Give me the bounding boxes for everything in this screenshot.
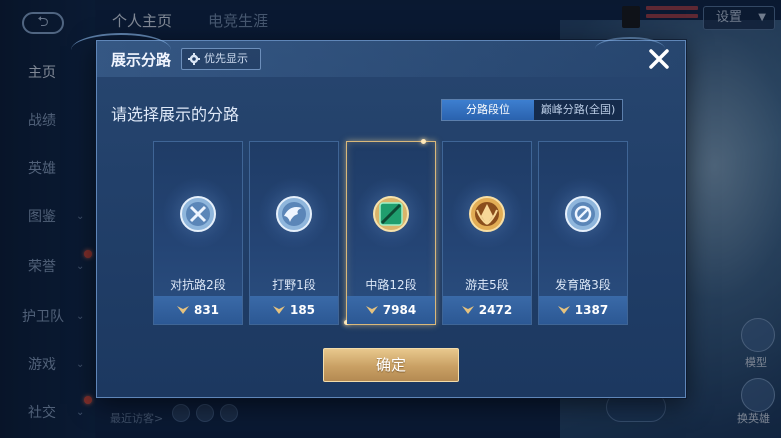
lane-label: 中路12段 <box>365 278 417 292</box>
dialog-title: 展示分路 <box>111 51 172 69</box>
score-bar: 185 <box>250 296 338 324</box>
farm-lane-emblem <box>565 196 601 232</box>
lane-display-dialog: 展示分路 优先显示 请选择展示的分路 分路段位 巅峰分路(全国) 对抗路2段 8… <box>71 33 686 398</box>
tab-lane-rank[interactable]: 分路段位 <box>442 100 534 120</box>
score-bar: 7984 <box>347 296 435 324</box>
dialog-subtitle: 请选择展示的分路 <box>111 105 240 124</box>
lane-label: 打野1段 <box>272 278 316 292</box>
close-button[interactable] <box>645 45 673 73</box>
lane-score: 7984 <box>382 303 417 317</box>
lane-score: 2472 <box>478 303 513 317</box>
rank-wing-icon <box>176 306 189 314</box>
score-bar: 831 <box>154 296 242 324</box>
clash-lane-emblem <box>180 196 216 232</box>
lane-card-jungle[interactable]: 打野1段 185 <box>249 141 339 325</box>
lane-label: 对抗路2段 <box>170 278 226 292</box>
lane-card-roam[interactable]: 游走5段 2472 <box>442 141 532 325</box>
rank-wing-icon <box>272 306 285 314</box>
lane-score: 185 <box>289 303 316 317</box>
lane-card-clash[interactable]: 对抗路2段 831 <box>153 141 243 325</box>
lane-score: 831 <box>193 303 220 317</box>
score-bar: 2472 <box>443 296 531 324</box>
tab-peak-lane[interactable]: 巅峰分路(全国) <box>534 100 622 120</box>
gear-icon <box>188 53 200 65</box>
rank-wing-icon <box>557 306 570 314</box>
close-icon <box>649 49 669 69</box>
confirm-button[interactable]: 确定 <box>323 348 459 382</box>
priority-label: 优先显示 <box>204 52 248 65</box>
lane-card-mid[interactable]: 中路12段 7984 <box>344 139 436 325</box>
roam-emblem <box>469 196 505 232</box>
rank-wing-icon <box>365 306 378 314</box>
lane-card-farm[interactable]: 发育路3段 1387 <box>538 141 628 325</box>
selection-sparkle <box>421 139 426 144</box>
priority-display-button[interactable]: 优先显示 <box>181 48 261 70</box>
lane-label: 发育路3段 <box>555 278 611 292</box>
score-bar: 1387 <box>539 296 627 324</box>
lane-score: 1387 <box>574 303 609 317</box>
jungle-emblem <box>276 196 312 232</box>
mid-lane-emblem <box>373 196 409 232</box>
lane-mode-toggle: 分路段位 巅峰分路(全国) <box>441 99 623 121</box>
rank-wing-icon <box>461 306 474 314</box>
lane-label: 游走5段 <box>465 278 509 292</box>
